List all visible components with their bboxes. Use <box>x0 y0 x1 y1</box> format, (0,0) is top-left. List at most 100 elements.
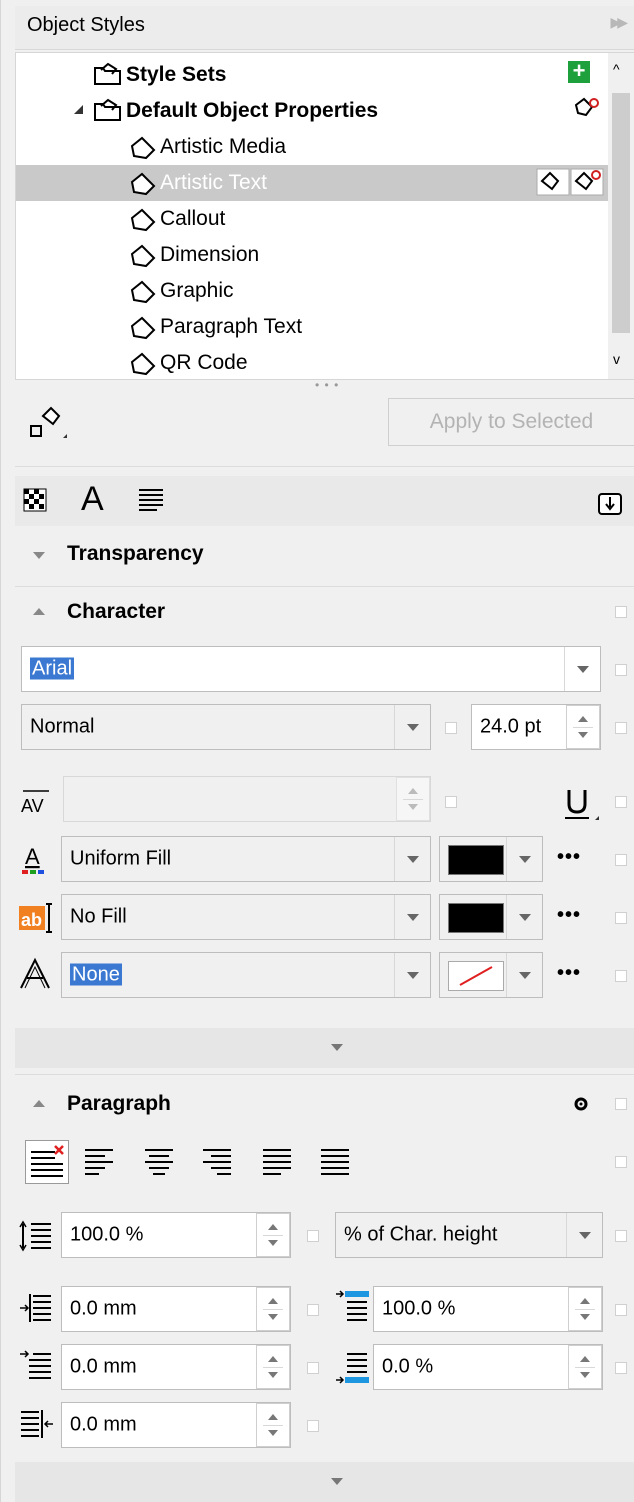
reset-style-icon[interactable] <box>572 95 602 121</box>
background-fill-type-combo[interactable]: No Fill <box>61 894 431 940</box>
space-before-input[interactable]: 100.0 % <box>373 1286 603 1332</box>
align-left-button[interactable] <box>83 1146 115 1178</box>
line-spacing-stepper[interactable] <box>256 1213 290 1257</box>
text-fill-override-checkbox[interactable] <box>615 854 627 866</box>
tree-item-default-object-properties[interactable]: Default Object Properties <box>92 93 634 129</box>
resize-grip[interactable]: • • • <box>315 378 339 392</box>
background-fill-override-checkbox[interactable] <box>615 912 627 924</box>
font-override-checkbox[interactable] <box>615 664 627 676</box>
left-indent-input[interactable]: 0.0 mm <box>61 1286 291 1332</box>
new-style-from-icon[interactable] <box>27 404 71 444</box>
right-indent-override-checkbox[interactable] <box>307 1420 319 1432</box>
space-after-stepper[interactable] <box>568 1345 602 1389</box>
apply-to-selected-button[interactable]: Apply to Selected <box>388 398 634 446</box>
add-style-set-button[interactable]: + <box>568 60 590 83</box>
paragraph-tab-icon[interactable] <box>137 486 165 514</box>
tree-item-dimension[interactable]: Dimension <box>126 237 634 273</box>
import-export-icon[interactable] <box>597 490 623 516</box>
background-fill-more-button[interactable]: ••• <box>557 904 581 927</box>
tree-item-label: Graphic <box>160 279 234 302</box>
kerning-stepper[interactable] <box>396 777 430 821</box>
right-indent-stepper[interactable] <box>256 1403 290 1447</box>
chevron-down-icon[interactable] <box>394 895 430 939</box>
unit-override-checkbox[interactable] <box>615 1230 627 1242</box>
character-more-options-bar[interactable] <box>15 1028 634 1068</box>
character-tab-icon[interactable]: A <box>81 480 104 519</box>
text-fill-color-picker[interactable] <box>439 836 543 882</box>
expand-triangle-icon[interactable] <box>74 105 83 114</box>
kerning-override-checkbox[interactable] <box>445 796 457 808</box>
scroll-up-icon[interactable]: ^ <box>613 61 620 77</box>
alignment-override-checkbox[interactable] <box>615 1156 627 1168</box>
edit-reset-style-icons[interactable] <box>536 167 606 197</box>
transparency-section-label[interactable]: Transparency <box>67 542 204 566</box>
expand-transparency-icon[interactable] <box>33 552 45 559</box>
character-section-label[interactable]: Character <box>67 600 165 624</box>
text-fill-type-value: Uniform Fill <box>70 847 172 870</box>
double-chevron-right-icon[interactable]: ▶▶ <box>610 14 627 31</box>
chevron-down-icon[interactable] <box>564 647 600 691</box>
collapse-character-icon[interactable] <box>33 608 45 615</box>
transparency-tab-icon[interactable] <box>23 488 47 512</box>
tree-item-callout[interactable]: Callout <box>126 201 634 237</box>
outline-override-checkbox[interactable] <box>615 970 627 982</box>
chevron-down-icon[interactable] <box>506 837 542 881</box>
left-indent-stepper[interactable] <box>256 1287 290 1331</box>
left-indent-override-checkbox[interactable] <box>307 1304 319 1316</box>
outline-more-button[interactable]: ••• <box>557 962 581 985</box>
font-size-input[interactable]: 24.0 pt <box>471 704 601 750</box>
text-fill-type-combo[interactable]: Uniform Fill <box>61 836 431 882</box>
chevron-down-icon[interactable] <box>394 705 430 749</box>
chevron-down-icon[interactable] <box>566 1213 602 1257</box>
outline-color-picker[interactable] <box>439 952 543 998</box>
tree-item-graphic[interactable]: Graphic <box>126 273 634 309</box>
tree-scrollbar[interactable]: ^ v <box>608 53 634 379</box>
right-indent-input[interactable]: 0.0 mm <box>61 1402 291 1448</box>
space-after-input[interactable]: 0.0 % <box>373 1344 603 1390</box>
character-override-checkbox[interactable] <box>615 606 627 618</box>
underline-override-checkbox[interactable] <box>615 796 627 808</box>
paragraph-section-label[interactable]: Paragraph <box>67 1092 171 1116</box>
tree-item-qr-code[interactable]: QR Code <box>126 345 634 379</box>
first-line-indent-stepper[interactable] <box>256 1345 290 1389</box>
font-style-combo[interactable]: Normal <box>21 704 431 750</box>
outline-width-combo[interactable]: None <box>61 952 431 998</box>
space-before-stepper[interactable] <box>568 1287 602 1331</box>
gear-icon[interactable] <box>573 1096 589 1112</box>
align-right-button[interactable] <box>201 1146 233 1178</box>
line-spacing-input[interactable]: 100.0 % <box>61 1212 291 1258</box>
tree-item-paragraph-text[interactable]: Paragraph Text <box>126 309 634 345</box>
background-fill-swatch <box>448 903 504 933</box>
space-after-override-checkbox[interactable] <box>615 1362 627 1374</box>
force-justify-button[interactable] <box>319 1146 351 1178</box>
align-none-button[interactable] <box>25 1140 69 1184</box>
chevron-down-icon[interactable] <box>394 837 430 881</box>
text-fill-more-button[interactable]: ••• <box>557 846 581 869</box>
scroll-thumb[interactable] <box>612 93 630 333</box>
tree-item-artistic-media[interactable]: Artistic Media <box>126 129 634 165</box>
paragraph-override-checkbox[interactable] <box>615 1098 627 1110</box>
spacing-unit-combo[interactable]: % of Char. height <box>335 1212 603 1258</box>
kerning-input[interactable] <box>63 776 431 822</box>
tree-item-artistic-text[interactable]: Artistic Text <box>16 165 608 201</box>
collapse-paragraph-icon[interactable] <box>33 1100 45 1107</box>
font-size-stepper[interactable] <box>566 705 600 749</box>
font-list-combo[interactable]: Arial <box>21 646 601 692</box>
style-override-checkbox[interactable] <box>445 722 457 734</box>
underline-icon[interactable] <box>563 786 603 822</box>
chevron-down-icon[interactable] <box>394 953 430 997</box>
space-before-override-checkbox[interactable] <box>615 1304 627 1316</box>
first-line-indent-override-checkbox[interactable] <box>307 1362 319 1374</box>
align-center-button[interactable] <box>143 1146 175 1178</box>
paragraph-more-options-bar[interactable] <box>15 1462 634 1502</box>
tree-item-style-sets[interactable]: Style Sets <box>92 57 634 93</box>
chevron-down-icon[interactable] <box>506 953 542 997</box>
style-tree[interactable]: Style Sets + Default Object Properties A… <box>15 52 634 380</box>
justify-full-button[interactable] <box>261 1146 293 1178</box>
background-fill-color-picker[interactable] <box>439 894 543 940</box>
line-spacing-override-checkbox[interactable] <box>307 1230 319 1242</box>
first-line-indent-input[interactable]: 0.0 mm <box>61 1344 291 1390</box>
chevron-down-icon[interactable] <box>506 895 542 939</box>
size-override-checkbox[interactable] <box>615 722 627 734</box>
scroll-down-icon[interactable]: v <box>613 351 620 367</box>
